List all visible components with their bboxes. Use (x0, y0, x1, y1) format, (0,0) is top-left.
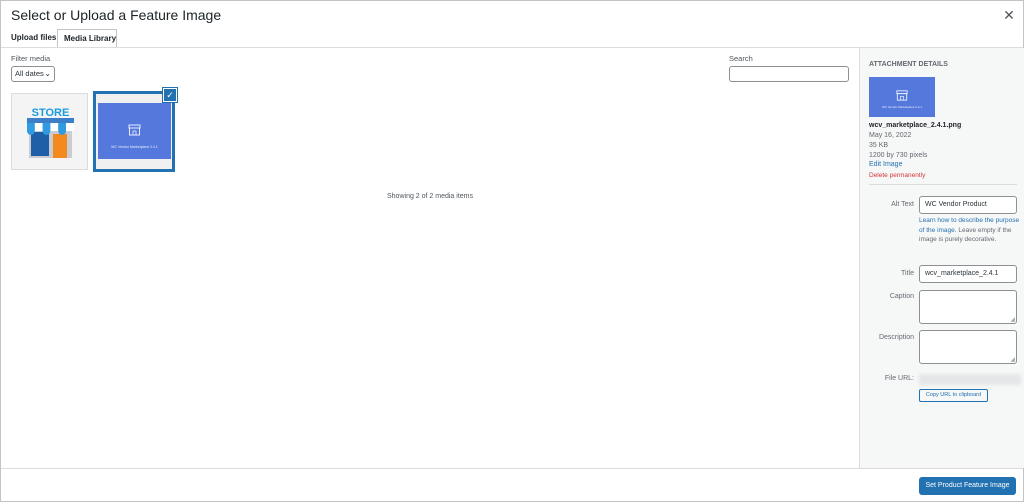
footer-divider (1, 468, 1023, 469)
resize-grip-icon[interactable]: ◢ (1010, 316, 1015, 323)
attachment-details-panel: ATTACHMENT DETAILS WC Vendor Marketplace… (859, 48, 1024, 468)
copy-url-button[interactable]: Copy URL to clipboard (919, 389, 988, 402)
tab-media-library[interactable]: Media Library (57, 29, 117, 48)
storefront-icon (128, 124, 141, 136)
attachment-thumbnail-caption: WC Vendor Marketplace 2.4.1 (881, 105, 923, 109)
alt-text-label: Alt Text (891, 201, 914, 208)
attachment-details-heading: ATTACHMENT DETAILS (869, 61, 948, 68)
description-label: Description (878, 334, 914, 341)
close-icon[interactable]: ✕ (1000, 6, 1018, 24)
attachment-dimensions: 1200 by 730 pixels (869, 152, 928, 159)
date-filter-value: All dates (15, 69, 44, 78)
media-item-store[interactable]: STORE (11, 93, 88, 170)
caption-textarea[interactable]: ◢ (919, 290, 1017, 324)
file-url-field-blurred[interactable] (919, 374, 1021, 385)
tab-upload-files[interactable]: Upload files (5, 29, 57, 48)
alt-text-input[interactable]: WC Vendor Product (919, 196, 1017, 214)
svg-text:STORE: STORE (32, 107, 70, 119)
attachment-date: May 16, 2022 (869, 132, 912, 139)
resize-grip-icon[interactable]: ◢ (1010, 356, 1015, 363)
alt-text-help: Learn how to describe the purpose of the… (919, 216, 1021, 245)
attachment-filename: wcv_marketplace_2.4.1.png (869, 122, 962, 129)
selected-check-icon[interactable]: ✓ (163, 88, 177, 102)
date-filter-select[interactable]: All dates ⌄ (11, 66, 55, 82)
media-count: Showing 2 of 2 media items (387, 193, 473, 200)
delete-permanently-link[interactable]: Delete permanently (869, 172, 925, 179)
store-icon: STORE (27, 107, 74, 158)
title-input[interactable]: wcv_marketplace_2.4.1 (919, 265, 1017, 283)
search-input[interactable] (729, 66, 849, 82)
attachment-thumbnail: WC Vendor Marketplace 2.4.1 (869, 77, 935, 117)
media-modal: Select or Upload a Feature Image ✕ Uploa… (0, 0, 1024, 502)
thumbnail-caption: WC Vendor Marketplace 2.4.1 (111, 145, 158, 149)
search-label: Search (729, 54, 753, 63)
caption-label: Caption (889, 293, 914, 300)
media-item-wc-vendor[interactable]: WC Vendor Marketplace 2.4.1 (93, 91, 175, 172)
filter-media-label: Filter media (11, 54, 51, 63)
edit-image-link[interactable]: Edit Image (869, 161, 902, 168)
set-feature-image-button[interactable]: Set Product Feature Image (919, 477, 1016, 495)
file-url-label: File URL: (884, 375, 914, 382)
description-textarea[interactable]: ◢ (919, 330, 1017, 364)
title-label: Title (901, 270, 914, 277)
modal-title: Select or Upload a Feature Image (11, 7, 222, 23)
details-divider (869, 184, 1017, 185)
attachment-size: 35 KB (869, 142, 889, 149)
wc-vendor-thumbnail: WC Vendor Marketplace 2.4.1 (98, 103, 171, 159)
storefront-icon (896, 90, 908, 101)
chevron-down-icon: ⌄ (44, 69, 51, 78)
